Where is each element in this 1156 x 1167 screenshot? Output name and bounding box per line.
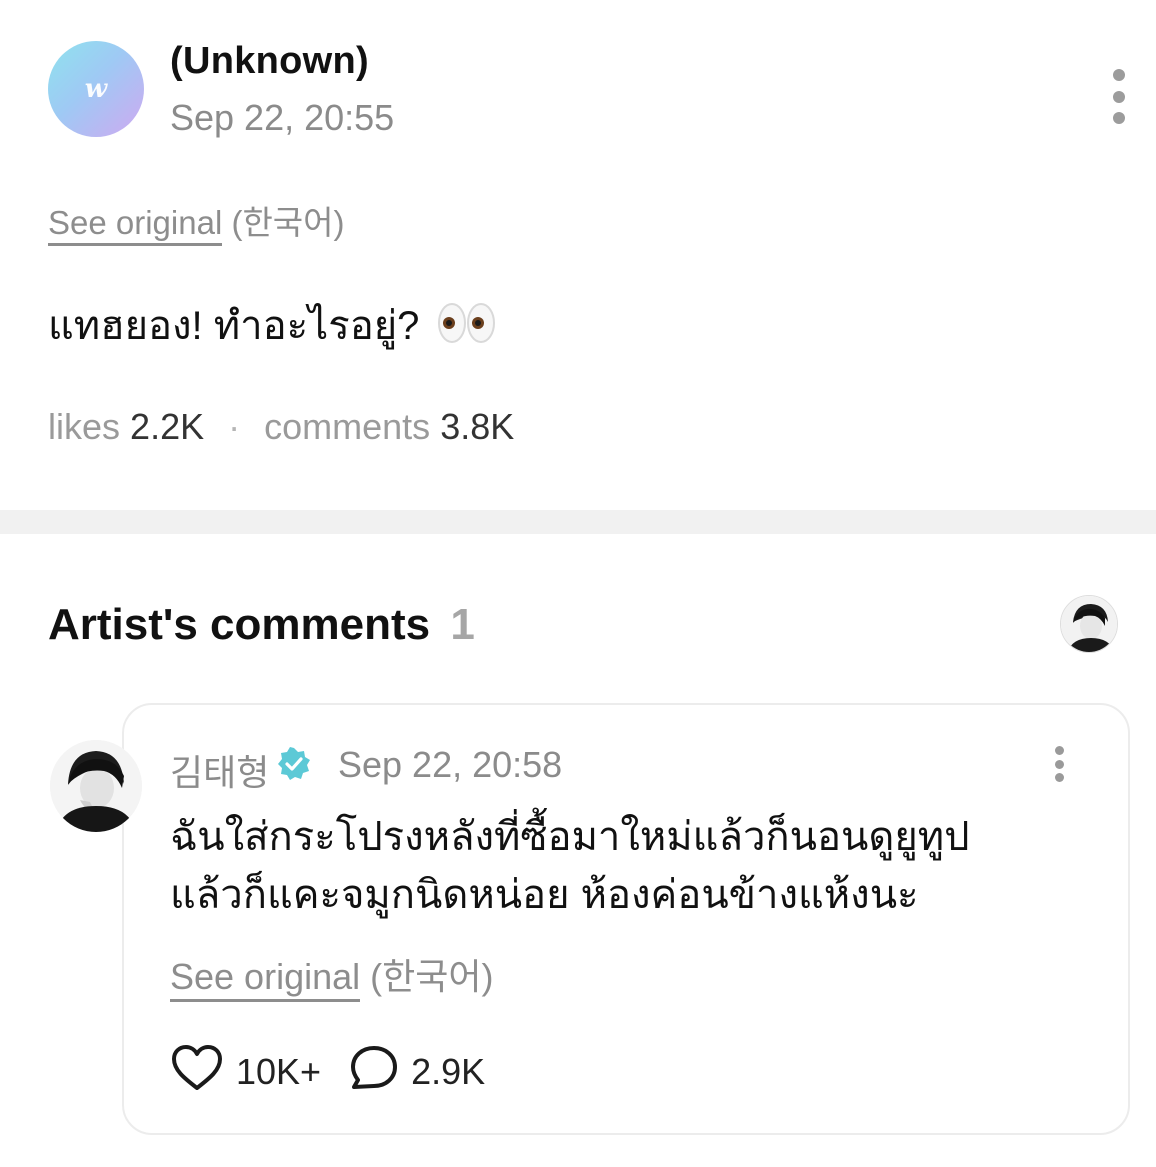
post-card: w (Unknown) Sep 22, 20:55 See original (… bbox=[0, 0, 1156, 510]
artist-comments-header: Artist's comments 1 bbox=[48, 600, 475, 650]
comment-see-original-row: See original (한국어) bbox=[170, 948, 494, 1002]
comment-timestamp: Sep 22, 20:58 bbox=[338, 744, 563, 785]
post-original-language: (한국어) bbox=[231, 204, 345, 241]
likes-count[interactable]: 2.2K bbox=[130, 406, 204, 447]
comment-see-original-link[interactable]: See original bbox=[170, 956, 361, 1002]
post-more-options-icon[interactable] bbox=[1104, 69, 1134, 124]
comment-original-language: (한국어) bbox=[370, 956, 494, 997]
comment-text-line-1: ฉันใส่กระโปรงหลังที่ซื้อมาใหม่แล้วก็นอนด… bbox=[170, 815, 970, 859]
comment-more-options-icon[interactable] bbox=[1044, 746, 1074, 782]
post-see-original-row: See original (한국어) bbox=[48, 196, 345, 246]
reply-bubble-icon[interactable] bbox=[349, 1044, 399, 1101]
comment-author-name[interactable]: 김태형 bbox=[170, 744, 269, 796]
post-body: แทฮยอง! ทำอะไรอยู่? bbox=[48, 293, 497, 357]
post-stats: likes 2.2K · comments 3.8K bbox=[48, 406, 514, 448]
likes-label: likes bbox=[48, 406, 121, 447]
comment-likes-count: 10K+ bbox=[236, 1051, 322, 1092]
post-author-name[interactable]: (Unknown) bbox=[170, 40, 369, 83]
comments-label: comments bbox=[264, 406, 431, 447]
author-avatar[interactable]: w bbox=[48, 41, 144, 137]
stats-separator: · bbox=[228, 406, 241, 447]
comment-body: ฉันใส่กระโปรงหลังที่ซื้อมาใหม่แล้วก็นอนด… bbox=[170, 808, 1070, 924]
comment-actions: 10K+ 2.9K bbox=[170, 1044, 485, 1100]
section-divider bbox=[0, 510, 1156, 534]
artist-comments-title: Artist's comments bbox=[48, 600, 431, 649]
comment-text-line-2: แล้วก็แคะจมูกนิดหน่อย ห้องค่อนข้างแห้งนะ bbox=[170, 873, 919, 917]
comments-count[interactable]: 3.8K bbox=[440, 406, 514, 447]
post-text: แทฮยอง! ทำอะไรอยู่? bbox=[48, 304, 420, 348]
post-see-original-link[interactable]: See original bbox=[48, 204, 223, 246]
eyes-emoji-icon bbox=[437, 301, 497, 355]
verified-badge-icon bbox=[276, 746, 312, 782]
artist-small-avatar[interactable] bbox=[1060, 595, 1118, 653]
artist-comments-count: 1 bbox=[450, 600, 475, 649]
comment-replies-count: 2.9K bbox=[411, 1051, 486, 1092]
avatar-letter: w bbox=[84, 74, 108, 104]
heart-icon[interactable] bbox=[170, 1044, 224, 1101]
commenter-avatar[interactable] bbox=[50, 740, 142, 832]
post-timestamp: Sep 22, 20:55 bbox=[170, 97, 395, 138]
